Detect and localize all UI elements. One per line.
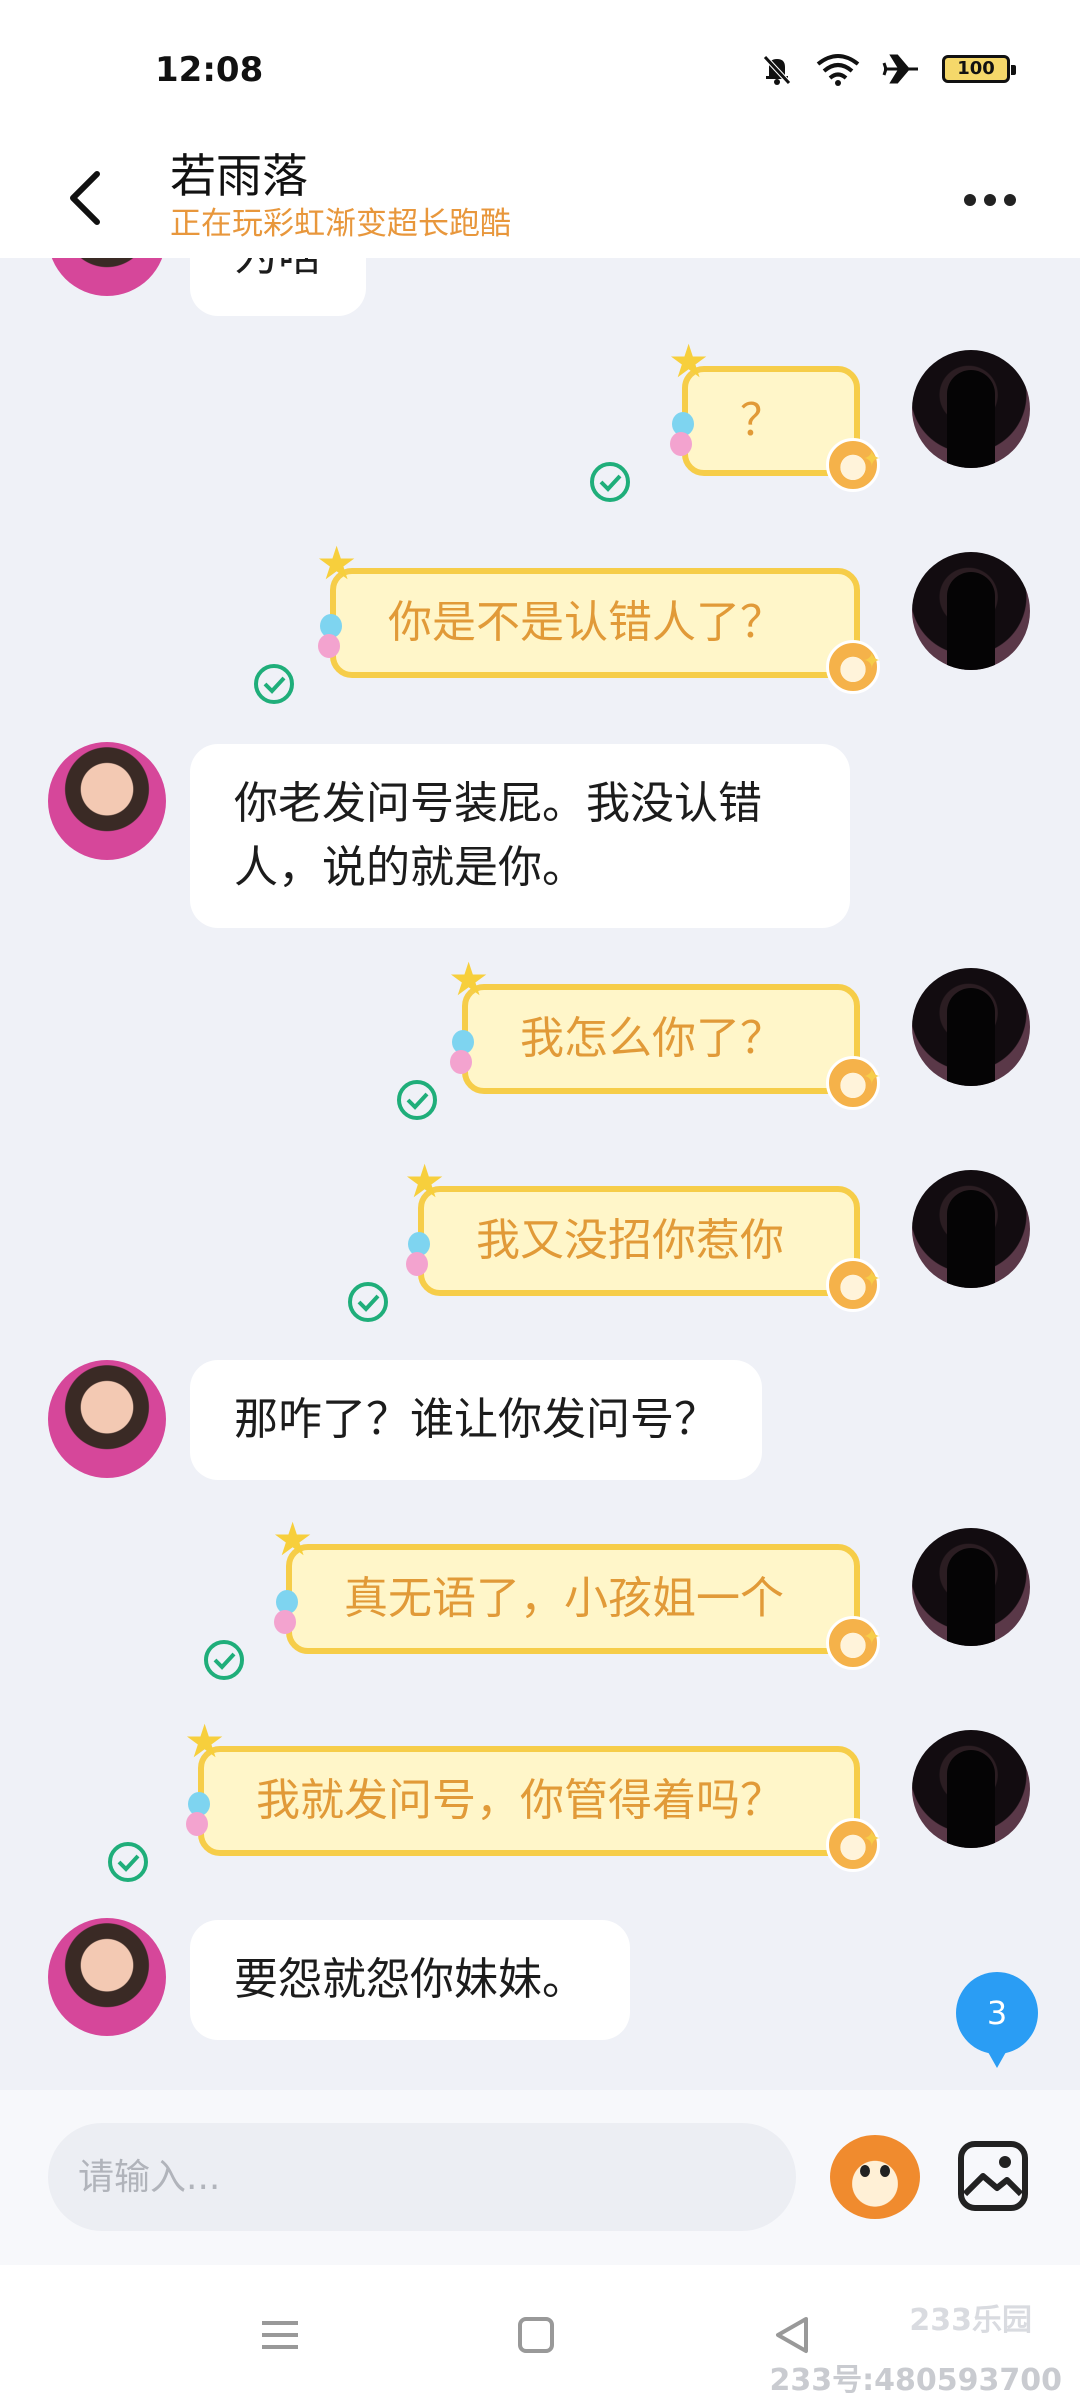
- message-text: 真无语了，小孩姐一个: [344, 1573, 784, 1624]
- outgoing-message[interactable]: ？: [668, 338, 881, 509]
- image-picker-icon[interactable]: [955, 2138, 1031, 2214]
- mascot-decoration: [826, 613, 881, 711]
- balloon-decoration: [186, 1792, 212, 1838]
- chevron-left-icon: [70, 171, 100, 225]
- status-time: 12:08: [155, 50, 264, 90]
- balloon-decoration: [318, 614, 344, 660]
- home-icon[interactable]: [506, 2305, 566, 2365]
- read-check-icon: [254, 664, 294, 704]
- more-options-button[interactable]: [950, 170, 1030, 230]
- message-text: 我又没招你惹你: [476, 1215, 784, 1266]
- incoming-message[interactable]: 要怨就怨你妹妹。: [190, 1920, 630, 2040]
- airplane-mode-icon: [882, 54, 918, 84]
- chat-header: 若雨落 正在玩彩虹渐变超长跑酷: [0, 140, 1080, 258]
- message-text: ？: [740, 395, 784, 446]
- mascot-decoration: [826, 1231, 881, 1329]
- my-avatar[interactable]: [912, 1170, 1030, 1288]
- balloon-decoration: [670, 412, 696, 458]
- read-check-icon: [108, 1842, 148, 1882]
- read-check-icon: [204, 1640, 244, 1680]
- emoji-button[interactable]: [830, 2135, 920, 2219]
- balloon-decoration: [450, 1030, 476, 1076]
- contact-avatar[interactable]: [48, 742, 166, 860]
- status-bar: 12:08 100: [0, 0, 1080, 140]
- status-icons: 100: [760, 52, 1016, 86]
- my-avatar[interactable]: [912, 1528, 1030, 1646]
- my-avatar[interactable]: [912, 552, 1030, 670]
- mascot-decoration: [826, 1791, 881, 1889]
- contact-avatar[interactable]: [48, 1360, 166, 1478]
- incoming-message[interactable]: 那咋了？谁让你发问号？: [190, 1360, 762, 1480]
- message-text: 我怎么你了？: [520, 1013, 784, 1064]
- message-list[interactable]: 为啥 ？ 你是不是认错人了？ 你老发问号装屁。我没认错人，说的就是你。 我怎么你…: [0, 258, 1080, 2090]
- incoming-message[interactable]: 你老发问号装屁。我没认错人，说的就是你。: [190, 744, 850, 928]
- outgoing-message[interactable]: 我又没招你惹你: [404, 1158, 881, 1329]
- menu-icon[interactable]: [250, 2305, 310, 2365]
- input-bar: [0, 2090, 1080, 2265]
- mascot-decoration: [826, 411, 881, 509]
- back-button[interactable]: [55, 158, 115, 238]
- navigation-bar: 233乐园 233号:480593700: [0, 2265, 1080, 2400]
- my-avatar[interactable]: [912, 1730, 1030, 1848]
- my-avatar[interactable]: [912, 968, 1030, 1086]
- contact-name[interactable]: 若雨落: [170, 140, 308, 206]
- message-text: 我就发问号，你管得着吗？: [256, 1775, 784, 1826]
- contact-avatar[interactable]: [48, 258, 166, 296]
- outgoing-message[interactable]: 我怎么你了？: [448, 956, 881, 1127]
- read-check-icon: [348, 1282, 388, 1322]
- outgoing-message[interactable]: 真无语了，小孩姐一个: [272, 1516, 881, 1687]
- balloon-decoration: [274, 1590, 300, 1636]
- unread-count-badge[interactable]: 3: [956, 1972, 1038, 2068]
- incoming-message[interactable]: 为啥: [190, 258, 366, 316]
- balloon-decoration: [406, 1232, 432, 1278]
- my-avatar[interactable]: [912, 350, 1030, 468]
- watermark-logo: 233乐园: [909, 2303, 1032, 2338]
- battery-icon: 100: [942, 55, 1016, 83]
- mute-bell-icon: [763, 55, 791, 85]
- mascot-decoration: [826, 1029, 881, 1127]
- read-check-icon: [590, 462, 630, 502]
- outgoing-message[interactable]: 我就发问号，你管得着吗？: [184, 1718, 881, 1889]
- message-text: 你是不是认错人了？: [388, 597, 784, 648]
- outgoing-message[interactable]: 你是不是认错人了？: [316, 540, 881, 711]
- read-check-icon: [397, 1080, 437, 1120]
- mascot-decoration: [826, 1589, 881, 1687]
- message-input[interactable]: [48, 2123, 796, 2231]
- contact-avatar[interactable]: [48, 1918, 166, 2036]
- wifi-icon: [816, 54, 860, 86]
- watermark-id: 233号:480593700: [769, 2363, 1063, 2398]
- contact-status: 正在玩彩虹渐变超长跑酷: [170, 206, 511, 242]
